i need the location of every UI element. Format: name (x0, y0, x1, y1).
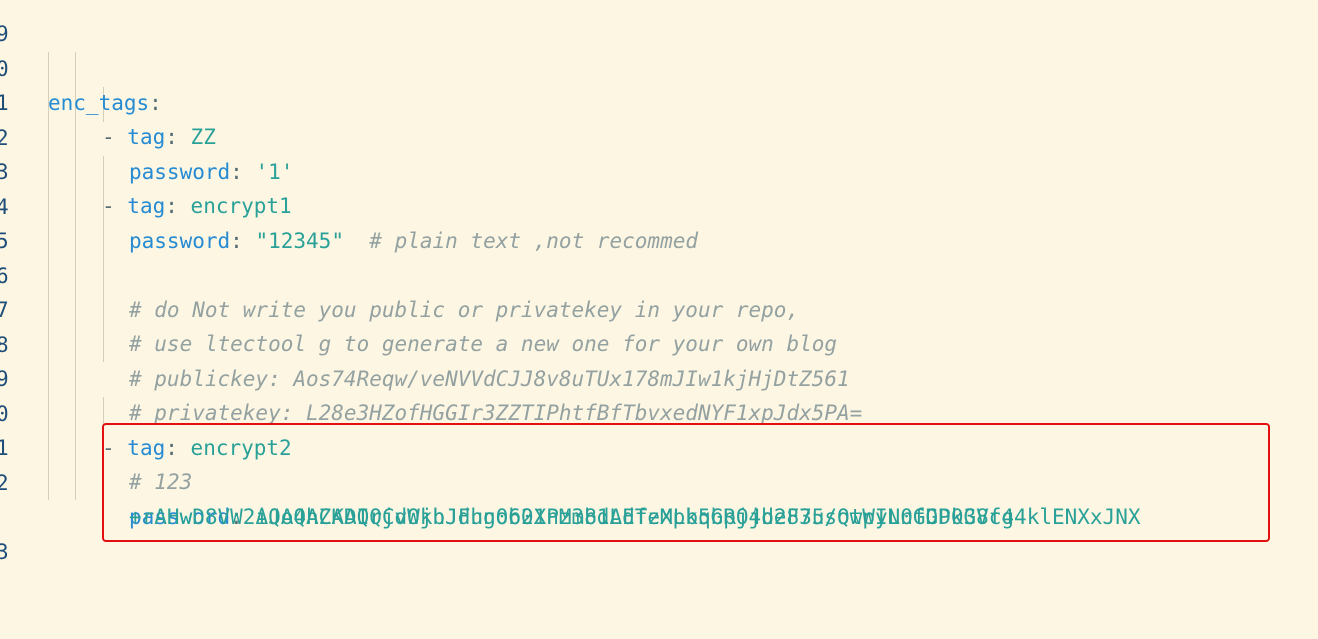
yaml-key: tag (127, 194, 166, 218)
code-text: - tag: ZZ (102, 120, 216, 154)
code-line: 0 - tag: encrypt2 (0, 363, 292, 460)
code-text: # use ltectool g to generate a new one f… (129, 327, 837, 361)
yaml-dash: - (102, 194, 128, 218)
code-text: # publickey: Aos74Reqw/veNVVdCJJ8v8uTUx1… (129, 362, 850, 396)
highlight-box (102, 423, 1270, 542)
code-line: 2 password: '1' (0, 87, 293, 184)
code-line: 1 # 123 (0, 397, 192, 494)
code-line: 2 password: AQAQACAAIQCvWkhJdhn0b21Pz381… (0, 432, 1140, 529)
code-line-wrapped: +rAHwD8VW2iJo4hZKDQrjdOjbJFugo60XnMmbdLE… (0, 466, 1014, 529)
yaml-value: '1' (255, 160, 294, 184)
yaml-value: ZZ (190, 125, 216, 149)
code-line: 1 - tag: ZZ (0, 52, 216, 149)
line-number: 3 (0, 540, 9, 564)
yaml-comment: # privatekey: L28e3HZofHGGIr3ZZTIPhtfBfT… (129, 401, 863, 425)
code-line: 3 - tag: encrypt1 (0, 121, 292, 218)
yaml-comment: # do Not write you public or privatekey … (129, 298, 800, 322)
code-editor[interactable]: 9 0 enc_tags: 1 - tag: ZZ 2 password: '1… (0, 0, 1318, 639)
yaml-colon: : (230, 229, 243, 253)
code-line: 9 (0, 0, 51, 46)
code-line: 0 enc_tags: (0, 18, 162, 115)
yaml-key: password (129, 160, 231, 184)
code-text: password: "12345" # plain text ,not reco… (129, 224, 698, 258)
code-line: 5 (0, 190, 51, 253)
yaml-comment: # publickey: Aos74Reqw/veNVVdCJJ8v8uTUx1… (129, 367, 850, 391)
yaml-key: enc_tags (48, 91, 150, 115)
code-line: 4 password: "12345" # plain text ,not re… (0, 156, 698, 253)
yaml-colon: : (165, 125, 178, 149)
code-text: - tag: encrypt1 (102, 189, 292, 223)
yaml-value: encrypt1 (190, 194, 292, 218)
code-line: 9 # privatekey: L28e3HZofHGGIr3ZZTIPhtfB… (0, 328, 862, 425)
yaml-key: password (129, 229, 231, 253)
code-line: 8 # publickey: Aos74Reqw/veNVVdCJJ8v8uTU… (0, 294, 850, 391)
indent-guide (103, 397, 104, 425)
code-text: enc_tags: (48, 86, 162, 120)
code-line: 3 (0, 501, 51, 564)
code-line: 7 # use ltectool g to generate a new one… (0, 259, 837, 356)
code-text: # do Not write you public or privatekey … (129, 293, 799, 327)
yaml-comment: # plain text ,not recommed (369, 229, 699, 253)
yaml-colon: : (165, 194, 178, 218)
yaml-colon: : (230, 160, 243, 184)
yaml-dash: - (102, 125, 128, 149)
yaml-colon: : (149, 91, 162, 115)
yaml-key: tag (127, 125, 166, 149)
indent-guide (103, 156, 104, 362)
yaml-value: "12345" (255, 229, 344, 253)
yaml-comment: # use ltectool g to generate a new one f… (129, 332, 838, 356)
code-line: 6 # do Not write you public or privateke… (0, 225, 799, 322)
code-text: password: '1' (129, 155, 293, 189)
